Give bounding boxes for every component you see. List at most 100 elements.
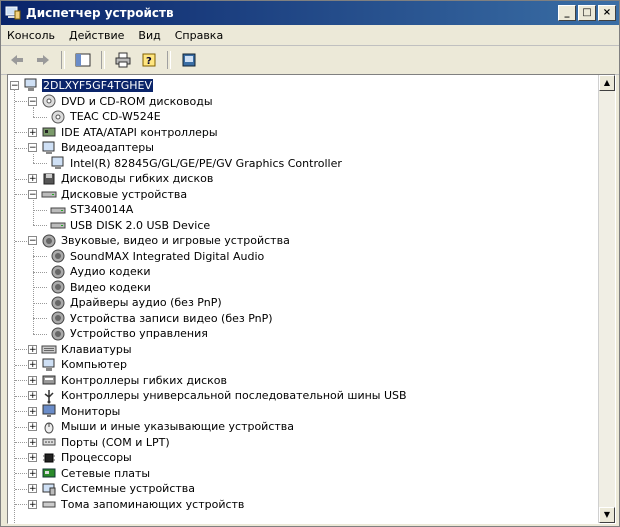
tree-device[interactable]: Драйверы аудио (без PnP) bbox=[50, 295, 223, 311]
tree-connector bbox=[15, 442, 27, 443]
device-tree: − 2DLXYF5GF4TGHEV − DVD и CD-ROM дисковод… bbox=[8, 75, 598, 523]
expand-toggle[interactable]: + bbox=[28, 344, 37, 354]
tree-connector bbox=[15, 457, 27, 459]
tree-root[interactable]: − 2DLXYF5GF4TGHEV bbox=[10, 77, 154, 93]
expand-toggle[interactable]: + bbox=[28, 484, 37, 494]
vertical-scrollbar[interactable]: ▲ ▼ bbox=[598, 75, 615, 523]
expand-toggle[interactable]: + bbox=[28, 437, 37, 447]
tree-category[interactable]: + Тома запоминающих устройств bbox=[28, 496, 245, 512]
tree-item-label: Процессоры bbox=[61, 451, 132, 464]
tree-device[interactable]: Аудио кодеки bbox=[50, 264, 152, 280]
ide-controller-icon bbox=[41, 124, 57, 140]
tree-category[interactable]: + Системные устройства bbox=[28, 481, 196, 497]
storage-volume-icon bbox=[41, 496, 57, 512]
network-card-icon bbox=[41, 465, 57, 481]
expand-toggle[interactable]: + bbox=[28, 406, 37, 416]
collapse-toggle[interactable]: − bbox=[28, 189, 37, 199]
tree-guide-line bbox=[33, 153, 34, 163]
menu-console[interactable]: Консоль bbox=[7, 29, 55, 42]
expand-toggle[interactable]: + bbox=[28, 468, 37, 478]
tree-category[interactable]: + Мониторы bbox=[28, 403, 121, 419]
tree-item-label: Видеоадаптеры bbox=[61, 141, 154, 154]
help-button[interactable]: ? bbox=[139, 50, 159, 70]
expand-toggle[interactable]: + bbox=[28, 453, 37, 463]
tree-item-label: Драйверы аудио (без PnP) bbox=[70, 296, 222, 309]
print-button[interactable] bbox=[113, 50, 133, 70]
expand-toggle[interactable]: + bbox=[28, 422, 37, 432]
tree-item-label: Устройство управления bbox=[70, 327, 208, 340]
expand-toggle[interactable]: + bbox=[28, 391, 37, 401]
tree-device[interactable]: ST340014A bbox=[50, 202, 134, 218]
tree-connector bbox=[15, 349, 27, 350]
keyboard-icon bbox=[41, 341, 57, 357]
forward-button[interactable] bbox=[33, 50, 53, 70]
expand-toggle[interactable]: + bbox=[28, 360, 37, 370]
tree-category[interactable]: + Контроллеры универсальной последователь… bbox=[28, 388, 408, 404]
back-button[interactable] bbox=[7, 50, 27, 70]
tree-category[interactable]: + Контроллеры гибких дисков bbox=[28, 372, 228, 388]
toolbar-separator bbox=[101, 51, 105, 69]
toolbar-separator bbox=[167, 51, 171, 69]
expand-toggle[interactable]: + bbox=[28, 127, 37, 137]
tree-item-label: Дисковые устройства bbox=[61, 187, 188, 201]
title-bar: Диспетчер устройств _ □ × bbox=[1, 1, 619, 25]
tree-category[interactable]: + Дисководы гибких дисков bbox=[28, 171, 214, 187]
minimize-button[interactable]: _ bbox=[558, 5, 576, 21]
tree-device[interactable]: USB DISK 2.0 USB Device bbox=[50, 217, 211, 233]
tree-category[interactable]: + IDE ATA/ATAPI контроллеры bbox=[28, 124, 219, 140]
display-adapter-icon bbox=[41, 140, 57, 156]
scroll-up-button[interactable]: ▲ bbox=[599, 75, 615, 91]
arrow-left-icon bbox=[11, 55, 23, 65]
tree-category[interactable]: + Процессоры bbox=[28, 450, 133, 466]
properties-button[interactable] bbox=[179, 50, 199, 70]
cdrom-icon bbox=[50, 109, 66, 125]
tree-category[interactable]: − Видеоадаптеры bbox=[28, 140, 155, 156]
expand-toggle[interactable]: + bbox=[28, 499, 37, 509]
toolbar: ? bbox=[1, 46, 619, 75]
collapse-toggle[interactable]: − bbox=[28, 96, 37, 106]
system-device-icon bbox=[41, 481, 57, 497]
tree-connector bbox=[15, 194, 27, 195]
tree-category[interactable]: + Клавиатуры bbox=[28, 341, 133, 357]
tree-device[interactable]: Intel(R) 82845G/GL/GE/PE/GV Graphics Con… bbox=[50, 155, 343, 171]
tree-category[interactable]: + Компьютер bbox=[28, 357, 128, 373]
collapse-toggle[interactable]: − bbox=[28, 143, 37, 153]
properties-icon bbox=[182, 53, 196, 67]
tree-category[interactable]: − Дисковые устройства bbox=[28, 186, 188, 202]
window-title: Диспетчер устройств bbox=[26, 6, 174, 20]
tree-connector bbox=[33, 318, 47, 319]
expand-toggle[interactable]: + bbox=[28, 375, 37, 385]
tree-category[interactable]: + Порты (COM и LPT) bbox=[28, 434, 171, 450]
tree-category[interactable]: + Сетевые платы bbox=[28, 465, 151, 481]
floppy-drive-icon bbox=[41, 171, 57, 187]
monitor-icon bbox=[41, 403, 57, 419]
disk-drive-icon bbox=[50, 217, 66, 233]
tree-device[interactable]: Устройства записи видео (без PnP) bbox=[50, 310, 274, 326]
expand-toggle[interactable]: + bbox=[28, 174, 37, 184]
tree-guide-line bbox=[33, 200, 34, 225]
maximize-button[interactable]: □ bbox=[578, 5, 596, 21]
tree-item-label: Системные устройства bbox=[61, 482, 195, 495]
tree-device[interactable]: Устройство управления bbox=[50, 326, 209, 342]
tree-device[interactable]: SoundMAX Integrated Digital Audio bbox=[50, 248, 265, 264]
console-tree-icon bbox=[75, 53, 91, 67]
tree-category[interactable]: − DVD и CD-ROM дисководы bbox=[28, 93, 214, 109]
tree-connector bbox=[15, 178, 27, 180]
display-adapter-icon bbox=[50, 155, 66, 171]
tree-connector bbox=[15, 411, 27, 412]
tree-item-label: Контроллеры универсальной последовательн… bbox=[61, 389, 407, 402]
show-hide-tree-button[interactable] bbox=[73, 50, 93, 70]
menu-action[interactable]: Действие bbox=[69, 29, 124, 42]
tree-connector bbox=[33, 333, 47, 335]
tree-category[interactable]: − Звуковые, видео и игровые устройства bbox=[28, 233, 291, 249]
collapse-toggle[interactable]: − bbox=[28, 236, 37, 246]
tree-category[interactable]: + Мыши и иные указывающие устройства bbox=[28, 419, 295, 435]
menu-help[interactable]: Справка bbox=[175, 29, 223, 42]
menu-view[interactable]: Вид bbox=[138, 29, 160, 42]
close-button[interactable]: × bbox=[598, 5, 616, 21]
tree-device[interactable]: Видео кодеки bbox=[50, 279, 152, 295]
tree-connector bbox=[15, 132, 27, 133]
processor-icon bbox=[41, 450, 57, 466]
tree-device[interactable]: TEAC CD-W524E bbox=[50, 109, 162, 125]
scroll-down-button[interactable]: ▼ bbox=[599, 507, 615, 523]
